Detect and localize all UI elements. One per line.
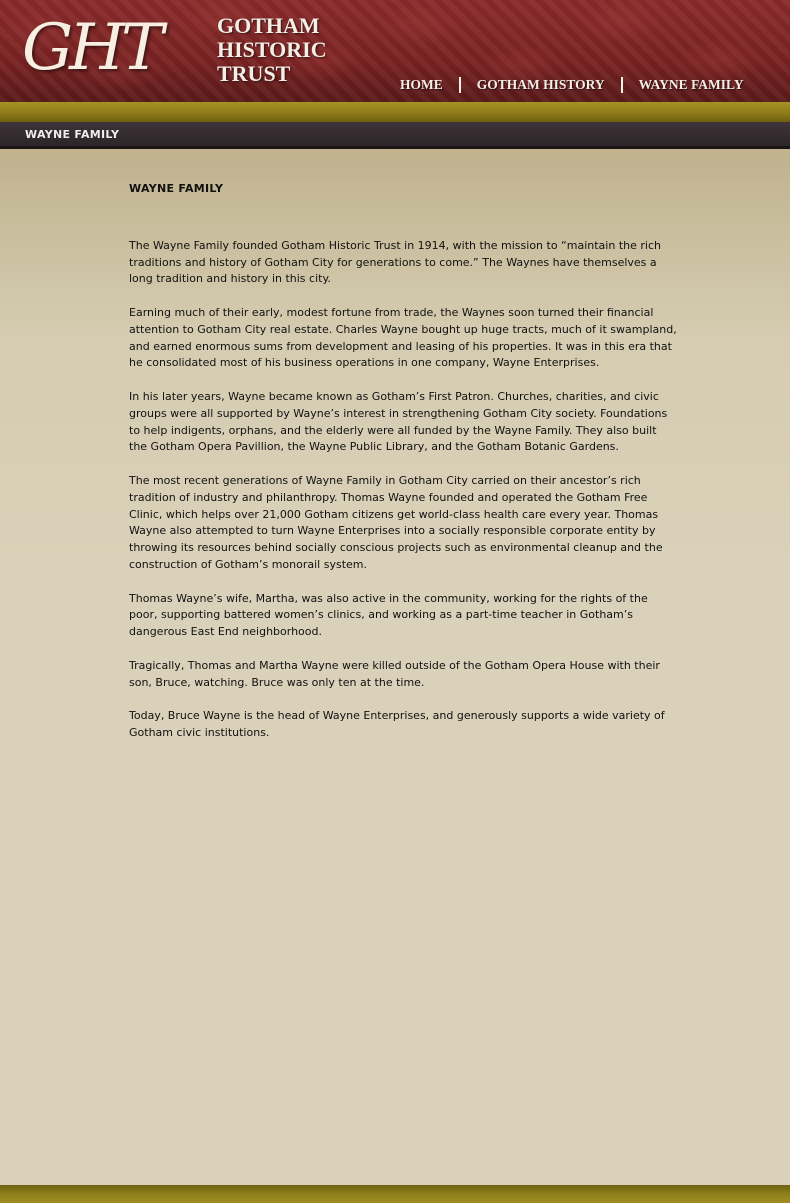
content-paragraph: The Wayne Family founded Gotham Historic… xyxy=(129,238,661,286)
content-paragraph: The most recent generations of Wayne Fam… xyxy=(129,473,663,571)
content-paragraph: Tragically, Thomas and Martha Wayne were… xyxy=(129,658,660,689)
content-paragraph: Today, Bruce Wayne is the head of Wayne … xyxy=(129,709,665,739)
section-title: WAYNE FAMILY xyxy=(25,128,120,141)
content-paragraph: Earning much of their early, modest fort… xyxy=(129,305,677,370)
site-title[interactable]: GOTHAM HISTORIC TRUST xyxy=(217,14,357,86)
nav-wayne-family-link[interactable]: WAYNE FAMILY xyxy=(639,77,744,93)
main-nav: HOME GOTHAM HISTORY WAYNE FAMILY xyxy=(390,74,744,96)
content-paragraph: Thomas Wayne’s wife, Martha, was also ac… xyxy=(129,591,648,639)
ght-logo-mark[interactable]: GHT xyxy=(22,6,212,90)
main-content: WAYNE FAMILY The Wayne Family founded Go… xyxy=(129,181,677,759)
header-gold-bar xyxy=(0,102,790,122)
site-title-line: HISTORIC xyxy=(217,37,327,62)
content-paragraph: In his later years, Wayne became known a… xyxy=(129,389,668,454)
nav-divider xyxy=(620,77,623,93)
site-header: GHT GOTHAM HISTORIC TRUST HOME GOTHAM HI… xyxy=(0,0,790,102)
site-title-line: TRUST xyxy=(217,61,291,86)
nav-gotham-history-link[interactable]: GOTHAM HISTORY xyxy=(477,77,605,93)
page-heading: WAYNE FAMILY xyxy=(129,182,224,195)
footer-gold-bar xyxy=(0,1185,790,1203)
nav-home-link[interactable]: HOME xyxy=(400,77,443,93)
site-title-line: GOTHAM xyxy=(217,13,320,38)
section-title-bar: WAYNE FAMILY xyxy=(0,122,790,149)
nav-divider xyxy=(458,77,461,93)
